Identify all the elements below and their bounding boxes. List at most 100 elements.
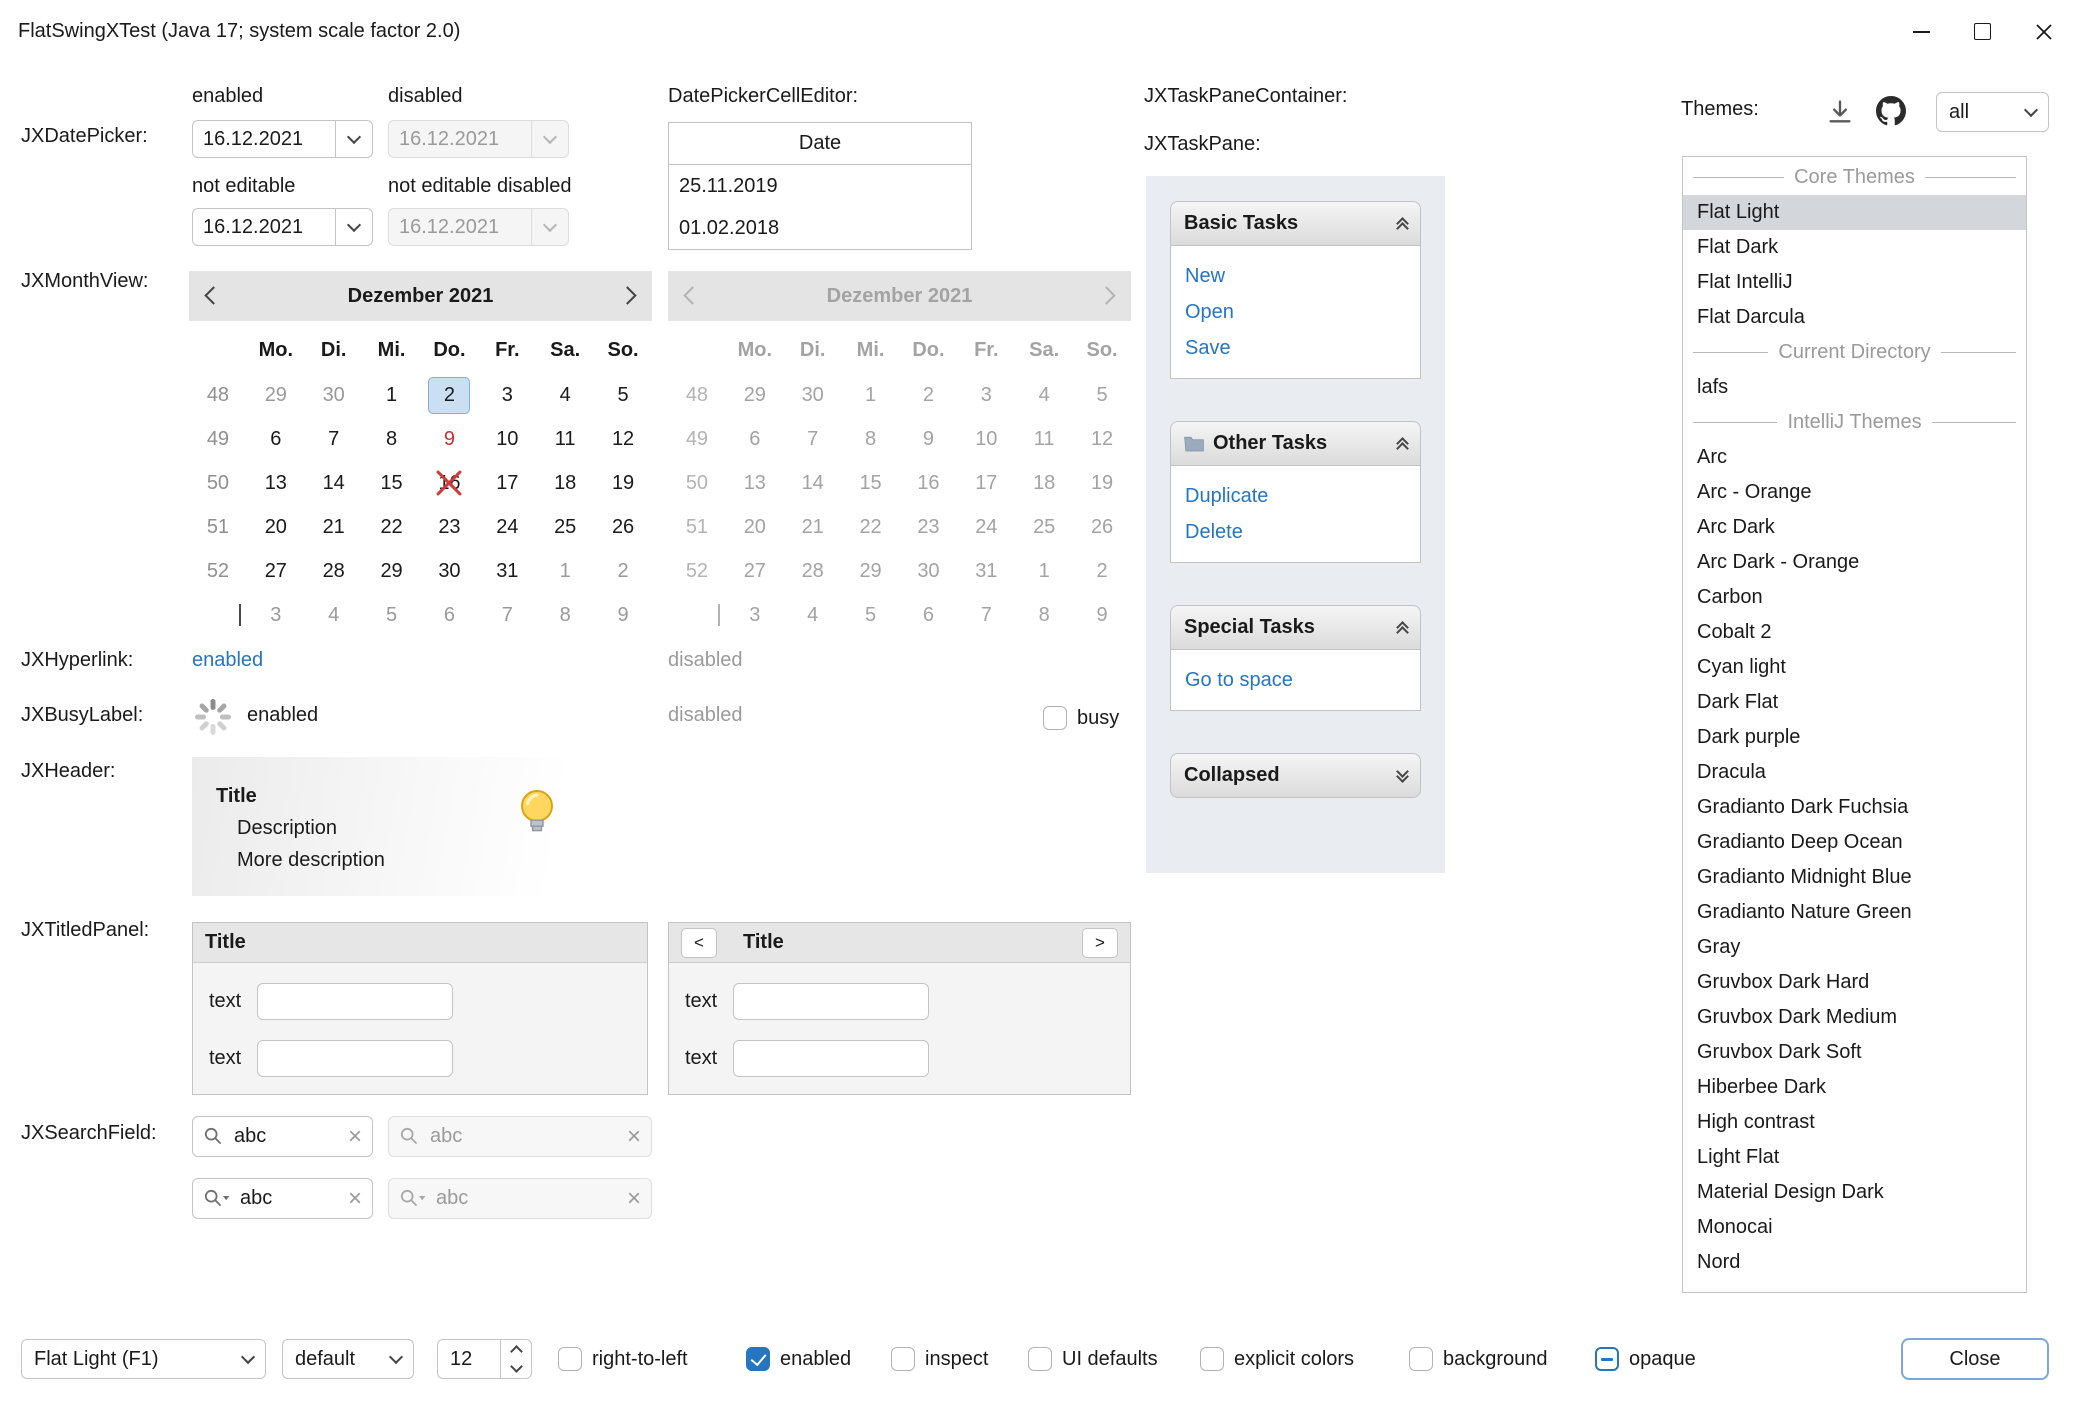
search-field[interactable]: × xyxy=(192,1116,373,1157)
download-icon[interactable] xyxy=(1826,98,1854,126)
maximize-button[interactable] xyxy=(1952,0,2013,63)
theme-list-item[interactable]: Dracula xyxy=(1683,755,2026,790)
theme-list-item[interactable]: Arc xyxy=(1683,440,2026,475)
day-cell[interactable]: 30 xyxy=(305,373,363,417)
day-cell[interactable]: 5 xyxy=(594,373,652,417)
datepicker-enabled[interactable]: 16.12.2021 xyxy=(192,120,373,158)
taskpane-link[interactable]: Open xyxy=(1185,294,1420,330)
minimize-button[interactable] xyxy=(1891,0,1952,63)
close-button[interactable]: Close xyxy=(1901,1338,2049,1380)
day-cell[interactable]: 2 xyxy=(594,549,652,593)
laf-combo[interactable]: Flat Light (F1) xyxy=(21,1339,266,1379)
theme-list-item[interactable]: Gray xyxy=(1683,930,2026,965)
theme-list-item[interactable]: Arc Dark xyxy=(1683,510,2026,545)
day-cell[interactable]: 14 xyxy=(305,461,363,505)
theme-list-item[interactable]: Arc - Orange xyxy=(1683,475,2026,510)
day-cell[interactable]: 11 xyxy=(536,417,594,461)
hyperlink-enabled[interactable]: enabled xyxy=(192,649,263,672)
spinner-down-button[interactable] xyxy=(501,1359,531,1378)
day-cell[interactable]: 8 xyxy=(363,417,421,461)
day-cell[interactable]: 8 xyxy=(536,593,594,637)
theme-list-item[interactable]: Flat Dark xyxy=(1683,230,2026,265)
theme-list-item[interactable]: Gradianto Dark Fuchsia xyxy=(1683,790,2026,825)
day-cell[interactable]: 16 xyxy=(421,461,479,505)
taskpane-link[interactable]: Go to space xyxy=(1185,662,1420,698)
day-cell[interactable]: 1 xyxy=(363,373,421,417)
checkbox-opaque[interactable]: opaque xyxy=(1595,1347,1696,1371)
theme-list-item[interactable]: Gradianto Deep Ocean xyxy=(1683,825,2026,860)
checkbox-enabled[interactable]: enabled xyxy=(746,1347,851,1371)
taskpane-header[interactable]: Collapsed xyxy=(1170,753,1421,798)
search-input[interactable] xyxy=(232,1124,340,1149)
checkbox-right-to-left[interactable]: right-to-left xyxy=(558,1347,688,1371)
clear-icon[interactable]: × xyxy=(627,1125,641,1149)
busy-checkbox[interactable]: busy xyxy=(1043,706,1119,730)
datepicker-dropdown-button[interactable] xyxy=(335,121,372,157)
theme-list-item[interactable]: Flat Darcula xyxy=(1683,300,2026,335)
font-combo[interactable]: default xyxy=(282,1339,414,1379)
day-cell[interactable]: 2 xyxy=(421,373,479,417)
text-field[interactable] xyxy=(733,983,929,1020)
taskpane-header[interactable]: Special Tasks xyxy=(1170,605,1421,650)
theme-list-item[interactable]: Gradianto Midnight Blue xyxy=(1683,860,2026,895)
taskpane-link[interactable]: New xyxy=(1185,258,1420,294)
taskpane-header[interactable]: Basic Tasks xyxy=(1170,201,1421,246)
theme-list-item[interactable]: Cobalt 2 xyxy=(1683,615,2026,650)
search-field[interactable]: × xyxy=(192,1178,373,1219)
day-cell[interactable]: 5 xyxy=(363,593,421,637)
spinner-up-button[interactable] xyxy=(501,1340,531,1359)
datepicker-dropdown-button[interactable] xyxy=(335,209,372,245)
day-cell[interactable]: 26 xyxy=(594,505,652,549)
theme-list-item[interactable]: Arc Dark - Orange xyxy=(1683,545,2026,580)
theme-list-item[interactable]: Dark Flat xyxy=(1683,685,2026,720)
theme-list-item[interactable]: Nord xyxy=(1683,1245,2026,1280)
theme-list-item[interactable]: Material Design Dark xyxy=(1683,1175,2026,1210)
day-cell[interactable]: 29 xyxy=(363,549,421,593)
day-cell[interactable]: 24 xyxy=(478,505,536,549)
day-cell[interactable]: 20 xyxy=(247,505,305,549)
table-row[interactable]: 25.11.2019 xyxy=(669,165,971,207)
day-cell[interactable]: 6 xyxy=(247,417,305,461)
day-cell[interactable]: 3 xyxy=(247,593,305,637)
panel-right-button[interactable]: > xyxy=(1082,928,1118,958)
datepicker-not-editable[interactable]: 16.12.2021 xyxy=(192,208,373,246)
day-cell[interactable]: 28 xyxy=(305,549,363,593)
day-cell[interactable]: 15 xyxy=(363,461,421,505)
theme-list-item[interactable]: Gruvbox Dark Hard xyxy=(1683,965,2026,1000)
day-cell[interactable]: 25 xyxy=(536,505,594,549)
table-row[interactable]: 01.02.2018 xyxy=(669,207,971,249)
checkbox-inspect[interactable]: inspect xyxy=(891,1347,988,1371)
theme-list-item[interactable]: High contrast xyxy=(1683,1105,2026,1140)
theme-list-item[interactable]: Hiberbee Dark xyxy=(1683,1070,2026,1105)
next-month-button[interactable] xyxy=(621,285,634,308)
theme-list-item[interactable]: Cyan light xyxy=(1683,650,2026,685)
theme-list-item[interactable]: Gruvbox Dark Medium xyxy=(1683,1000,2026,1035)
day-cell[interactable]: 30 xyxy=(421,549,479,593)
clear-icon[interactable]: × xyxy=(348,1125,362,1149)
prev-month-button[interactable] xyxy=(207,285,220,308)
day-cell[interactable]: 22 xyxy=(363,505,421,549)
theme-list-item[interactable]: lafs xyxy=(1683,370,2026,405)
checkbox-ui-defaults[interactable]: UI defaults xyxy=(1028,1347,1158,1371)
clear-icon[interactable]: × xyxy=(348,1187,362,1211)
themes-filter-combo[interactable]: all xyxy=(1936,92,2049,132)
theme-list-item[interactable]: Monocai xyxy=(1683,1210,2026,1245)
day-cell[interactable]: 21 xyxy=(305,505,363,549)
theme-list-item[interactable]: Carbon xyxy=(1683,580,2026,615)
day-cell[interactable]: 19 xyxy=(594,461,652,505)
theme-list-item[interactable]: Light Flat xyxy=(1683,1140,2026,1175)
taskpane-link[interactable]: Save xyxy=(1185,330,1420,366)
text-field[interactable] xyxy=(257,983,453,1020)
font-size-spinner[interactable]: 12 xyxy=(437,1339,532,1379)
day-cell[interactable]: 12 xyxy=(594,417,652,461)
day-cell[interactable]: 9 xyxy=(421,417,479,461)
github-icon[interactable] xyxy=(1876,96,1906,126)
theme-list-item[interactable]: Dark purple xyxy=(1683,720,2026,755)
theme-list-item[interactable]: Flat Light xyxy=(1683,195,2026,230)
day-cell[interactable]: 17 xyxy=(478,461,536,505)
taskpane-header[interactable]: Other Tasks xyxy=(1170,421,1421,466)
day-cell[interactable]: 4 xyxy=(536,373,594,417)
day-cell[interactable]: 13 xyxy=(247,461,305,505)
checkbox-background[interactable]: background xyxy=(1409,1347,1548,1371)
text-field[interactable] xyxy=(257,1040,453,1077)
